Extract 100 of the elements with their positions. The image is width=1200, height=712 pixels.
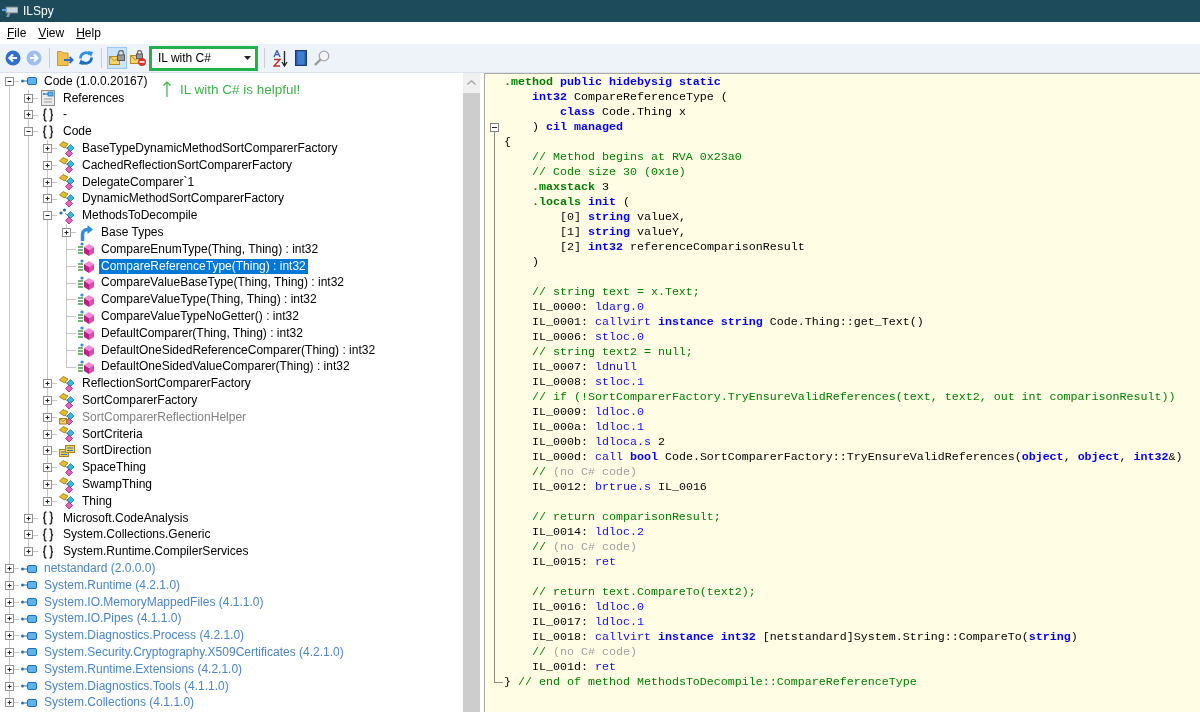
expand-icon[interactable] <box>5 681 14 691</box>
tree-item[interactable]: CompareEnumType(Thing, Thing) : int32 <box>99 241 321 257</box>
tree-item[interactable]: DynamicMethodSortComparerFactory <box>80 191 287 207</box>
collapse-icon[interactable] <box>43 211 52 221</box>
tree-item[interactable]: SortComparerReflectionHelper <box>80 409 249 425</box>
expand-icon[interactable] <box>43 194 52 204</box>
tree-item[interactable]: System.Diagnostics.Process (4.2.1.0) <box>42 628 247 644</box>
tree-item[interactable]: System.Runtime.CompilerServices <box>61 544 251 560</box>
menu-item[interactable]: View <box>32 24 71 42</box>
expand-icon[interactable] <box>5 614 14 624</box>
collapse-icon[interactable] <box>5 76 14 86</box>
lock-minus-button[interactable] <box>128 47 148 69</box>
tree-item[interactable]: - <box>61 107 69 123</box>
assembly-icon <box>20 598 37 607</box>
code-line: IL_0012: brtrue.s IL_0016 <box>530 480 707 495</box>
tree-item[interactable]: SortComparerFactory <box>80 393 200 409</box>
tree-item[interactable]: DefaultOneSidedValueComparer(Thing) : int32 <box>99 359 352 375</box>
tree-item[interactable]: CompareValueTypeNoGetter() : int32 <box>99 309 301 325</box>
menu-item[interactable]: Help <box>70 24 107 42</box>
expand-icon[interactable] <box>62 228 71 238</box>
book-icon <box>295 50 307 66</box>
tree-item[interactable]: DefaultOneSidedReferenceComparer(Thing) : int32 <box>99 342 378 358</box>
envelope-lock-icon <box>109 50 125 66</box>
collapse-icon[interactable] <box>490 123 499 132</box>
assembly-icon <box>20 77 37 86</box>
tree-item[interactable]: System.Collections.Generic <box>61 527 213 543</box>
braces-icon <box>41 124 54 139</box>
expand-icon[interactable] <box>43 412 52 422</box>
code-line: // (no C# code) <box>530 645 637 660</box>
expand-icon[interactable] <box>5 564 14 573</box>
tree-item[interactable]: Microsoft.CodeAnalysis <box>61 510 191 526</box>
expand-icon[interactable] <box>24 93 33 103</box>
window-title: ILSpy <box>23 4 54 18</box>
tree-item[interactable]: SpaceThing <box>80 460 149 476</box>
expand-icon[interactable] <box>24 513 33 523</box>
tree-item[interactable]: SortCriteria <box>80 426 145 442</box>
tree-item[interactable]: Base Types <box>99 225 166 241</box>
expand-icon[interactable] <box>24 110 33 120</box>
tree-item[interactable]: System.Security.Cryptography.X509Certificates (4.2.1.0) <box>42 645 346 660</box>
assembly-icon <box>20 648 37 657</box>
code-line: [0] string valueX, <box>558 210 686 225</box>
curved-arrow-icon <box>78 224 93 241</box>
method-icon <box>77 343 94 358</box>
tree-item[interactable]: CompareValueBaseType(Thing, Thing) : int32 <box>99 275 347 291</box>
expand-icon[interactable] <box>43 144 52 154</box>
tree-item[interactable]: Thing <box>80 493 115 509</box>
expand-icon[interactable] <box>24 547 33 557</box>
method-icon <box>77 309 94 324</box>
tree-item[interactable]: CachedReflectionSortComparerFactory <box>80 157 295 173</box>
expand-icon[interactable] <box>43 177 52 187</box>
expand-icon[interactable] <box>43 496 52 506</box>
expand-icon[interactable] <box>43 429 52 439</box>
expand-icon[interactable] <box>43 379 52 389</box>
tree-item[interactable]: System.Collections (4.1.1.0) <box>42 695 197 711</box>
code-line: // return text.CompareTo(text2); <box>530 585 756 600</box>
tree-item[interactable]: Code (1.0.0.20167) <box>42 73 150 89</box>
assembly-icon <box>20 698 37 707</box>
class-icon <box>58 476 75 493</box>
tree-item[interactable]: MethodsToDecompile <box>80 208 200 224</box>
sort-button[interactable] <box>270 47 290 69</box>
tree-item[interactable]: System.Runtime (4.2.1.0) <box>42 577 183 593</box>
tree-item[interactable]: ReflectionSortComparerFactory <box>80 376 253 392</box>
tree-item[interactable]: CompareReferenceType(Thing) : int32 <box>99 258 308 274</box>
expand-icon[interactable] <box>5 580 14 590</box>
tree-item[interactable]: System.Runtime.Extensions (4.2.1.0) <box>42 661 245 677</box>
language-dropdown[interactable]: IL with C# <box>152 48 255 68</box>
code-line: // string text2 = null; <box>530 345 693 360</box>
class-icon <box>58 174 75 191</box>
tree-item[interactable]: Code <box>61 124 94 140</box>
tree-item[interactable]: DelegateComparer`1 <box>80 174 197 190</box>
code-line: { <box>504 135 511 150</box>
expand-icon[interactable] <box>5 631 14 641</box>
tree-item[interactable]: References <box>61 90 127 106</box>
tree-item[interactable]: CompareValueType(Thing, Thing) : int32 <box>99 292 319 308</box>
tree-item[interactable]: System.IO.Pipes (4.1.1.0) <box>42 611 184 627</box>
expand-icon[interactable] <box>43 160 52 170</box>
tree-item[interactable]: netstandard (2.0.0.0) <box>42 561 158 576</box>
expand-icon[interactable] <box>43 480 52 489</box>
tree-item[interactable]: SortDirection <box>80 443 154 459</box>
code-line: IL_0015: ret <box>530 555 616 570</box>
lock-toggle-button[interactable] <box>107 47 127 69</box>
code-line: ) cil managed <box>530 120 623 135</box>
expand-icon[interactable] <box>43 463 52 473</box>
code-line: ) <box>530 255 539 270</box>
expand-icon[interactable] <box>5 698 14 708</box>
tree-item[interactable]: SwampThing <box>80 477 155 492</box>
expand-icon[interactable] <box>5 597 14 607</box>
tree-item[interactable]: DefaultComparer(Thing, Thing) : int32 <box>99 325 305 341</box>
menu-item[interactable]: File <box>1 24 33 42</box>
code-line: // if (!SortComparerFactory.TryEnsureValidReferences(text, text2, out int comparisonResult)) <box>530 390 1176 405</box>
tree-item[interactable]: System.Diagnostics.Tools (4.1.1.0) <box>42 678 231 694</box>
tree-item[interactable]: System.IO.MemoryMappedFiles (4.1.1.0) <box>42 594 266 610</box>
expand-icon[interactable] <box>5 648 14 657</box>
code-line: class Code.Thing x <box>558 105 686 120</box>
collapse-icon[interactable] <box>24 127 33 137</box>
tree-item[interactable]: BaseTypeDynamicMethodSortComparerFactory <box>80 141 340 157</box>
expand-icon[interactable] <box>43 446 52 456</box>
expand-icon[interactable] <box>5 664 14 674</box>
expand-icon[interactable] <box>24 530 33 540</box>
expand-icon[interactable] <box>43 396 52 406</box>
